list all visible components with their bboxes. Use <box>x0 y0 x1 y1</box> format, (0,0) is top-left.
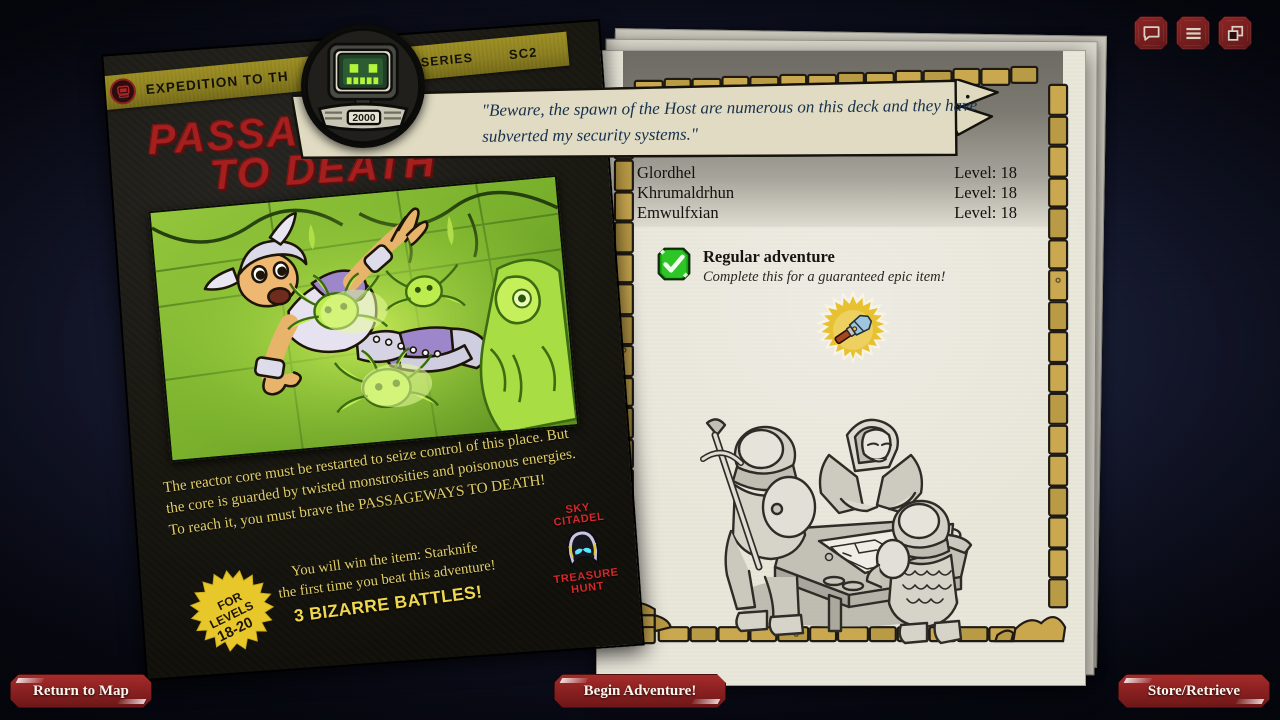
windows-button[interactable] <box>1218 16 1252 50</box>
treasure-hunt-badge: SKY CITADEL TREASURE HUNT <box>538 499 627 599</box>
adventure-type-subtitle: Complete this for a guaranteed epic item… <box>703 268 946 285</box>
party-member-level: Level: 18 <box>954 163 1017 182</box>
hamburger-menu-icon <box>1184 24 1203 43</box>
party-member-name: Glordhel <box>637 163 696 182</box>
chat-button[interactable] <box>1134 16 1168 50</box>
robot-model-label: 2000 <box>352 113 375 124</box>
party-member-level: Level: 18 <box>954 182 1017 202</box>
poster-comic-illustration <box>148 174 580 463</box>
party-member-level: Level: 18 <box>954 202 1017 222</box>
retro-computer-icon <box>108 77 138 106</box>
expedition-label: EXPEDITION TO TH <box>145 67 290 97</box>
begin-adventure-button[interactable]: Begin Adventure! <box>554 674 726 708</box>
hooded-figure-icon <box>559 527 606 572</box>
table-row: Khrumaldrhun Level: 18 <box>637 183 1017 203</box>
party-member-name: Khrumaldrhun <box>637 182 735 202</box>
adventure-type-title: Regular adventure <box>703 247 835 266</box>
party-member-name: Emwulfxian <box>637 202 719 222</box>
adventure-type-row: Regular adventure Complete this for a gu… <box>657 247 945 286</box>
table-row: Emwulfxian Level: 18 <box>637 203 1017 223</box>
adventurers-planning-illustration <box>679 381 1009 651</box>
levels-badge: FOR LEVELS 18-20 <box>184 563 281 660</box>
party-roster-list: Glordhel Level: 18 Khrumaldrhun Level: 1… <box>637 163 1017 222</box>
table-row: Glordhel Level: 18 <box>637 163 1017 183</box>
quote-text: "Beware, the spawn of the Host are numer… <box>481 95 978 146</box>
green-check-icon <box>657 247 691 281</box>
series-code-label: SC2 <box>508 44 539 62</box>
speech-bubble-icon <box>1142 24 1161 43</box>
top-right-toolbar <box>1134 16 1252 50</box>
robot-head-icon: 2000 <box>301 24 425 148</box>
store-retrieve-button[interactable]: Store/Retrieve <box>1118 674 1270 708</box>
return-to-map-button[interactable]: Return to Map <box>10 674 152 708</box>
menu-button[interactable] <box>1176 16 1210 50</box>
windows-overlap-icon <box>1226 24 1245 43</box>
epic-item-reward[interactable] <box>805 289 901 371</box>
